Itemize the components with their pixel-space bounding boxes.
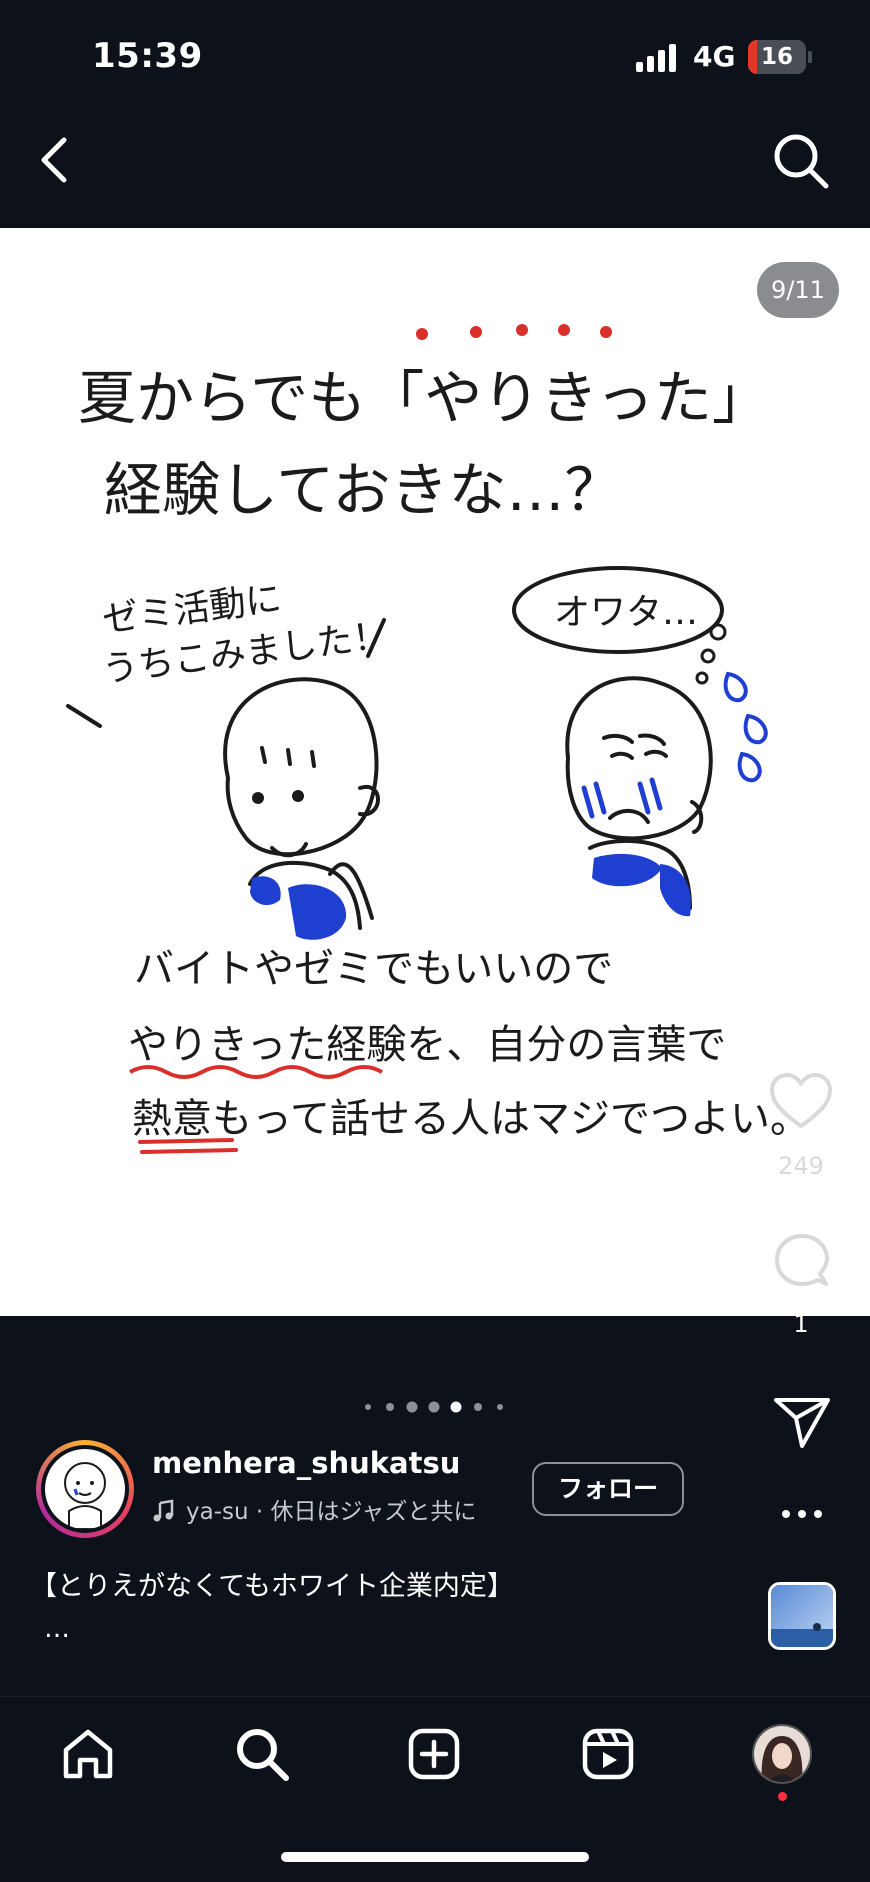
title-line1-a: 夏からでも「 xyxy=(78,364,424,432)
illustration: 夏からでも「やりきった」 経験しておきな…？ ゼミ活動に うちこみました！ オワ… xyxy=(66,324,810,1154)
tab-create[interactable] xyxy=(404,1724,464,1784)
search-icon xyxy=(774,134,829,189)
svg-text:熱意もって話せる人はマジでつよい。: 熱意もって話せる人はマジでつよい。 xyxy=(132,1096,810,1142)
music-note-icon xyxy=(153,1499,174,1522)
heart-icon xyxy=(770,1073,832,1128)
music-label: ya-su · 休日はジャズと共に xyxy=(186,1499,477,1525)
audio-thumbnail[interactable] xyxy=(768,1582,836,1650)
notification-dot xyxy=(778,1792,787,1801)
chevron-left-icon xyxy=(41,137,67,183)
carousel-dot xyxy=(406,1401,418,1413)
bottom-line2-b: を、自分の言葉で xyxy=(406,1022,726,1068)
carousel-indicator xyxy=(365,1401,503,1413)
svg-text:夏からでも「やりきった」: 夏からでも「やりきった」 xyxy=(78,364,770,432)
reels-icon xyxy=(582,1728,634,1780)
signal-icon xyxy=(636,44,676,72)
carousel-dot xyxy=(365,1404,371,1410)
author-avatar[interactable] xyxy=(36,1440,134,1538)
carousel-dot xyxy=(428,1401,440,1413)
status-bar: 15:39 4G 16 xyxy=(0,0,870,110)
carousel-dot xyxy=(474,1403,482,1411)
send-icon xyxy=(774,1398,830,1448)
title-line1-c: 」 xyxy=(712,364,770,432)
caption-more[interactable]: … xyxy=(44,1614,70,1644)
search-icon xyxy=(237,1729,289,1781)
page-counter: 9/11 xyxy=(757,262,839,318)
profile-avatar xyxy=(754,1726,810,1782)
follow-button[interactable]: フォロー xyxy=(532,1462,684,1516)
audio-cover-image xyxy=(771,1585,833,1647)
post-caption[interactable]: 【とりえがなくてもホワイト企業内定】 xyxy=(30,1564,514,1603)
bottom-line3-b: もって話せる人はマジでつよい。 xyxy=(212,1096,810,1142)
post-image[interactable]: 夏からでも「やりきった」 経験しておきな…？ ゼミ活動に うちこみました！ オワ… xyxy=(0,228,870,1316)
more-options-button[interactable] xyxy=(778,1502,826,1526)
ellipsis-icon xyxy=(782,1510,822,1518)
carousel-dot-active xyxy=(450,1401,462,1413)
comment-icon xyxy=(775,1234,829,1286)
home-indicator xyxy=(281,1852,589,1862)
svg-text:やりきった経験を、自分の言葉で: やりきった経験を、自分の言葉で xyxy=(128,1022,726,1068)
title-line1-b: やりきった xyxy=(424,364,712,432)
tab-profile[interactable] xyxy=(752,1724,812,1784)
search-button[interactable] xyxy=(770,130,832,192)
author-username[interactable]: menhera_shukatsu xyxy=(152,1446,460,1480)
home-icon xyxy=(63,1729,113,1779)
right-thought: オワタ… xyxy=(554,592,698,633)
bottom-line3-a: 熱意 xyxy=(132,1096,212,1142)
network-type: 4G xyxy=(693,40,736,73)
tab-search[interactable] xyxy=(232,1724,292,1784)
battery-icon: 16 xyxy=(748,40,812,74)
tab-reels[interactable] xyxy=(578,1724,638,1784)
tab-home[interactable] xyxy=(58,1724,118,1784)
bottom-line2-a: やりきった経験 xyxy=(128,1022,406,1068)
title-line2: 経験しておきな…？ xyxy=(104,456,623,524)
like-count: 249 xyxy=(778,1152,824,1180)
battery-level: 16 xyxy=(760,44,793,70)
music-attribution[interactable]: ya-su · 休日はジャズと共に xyxy=(152,1492,476,1526)
bottom-line1: バイトやゼミでもいいので xyxy=(134,946,613,992)
share-button[interactable] xyxy=(772,1394,832,1450)
like-button[interactable] xyxy=(768,1072,834,1132)
avatar-image xyxy=(64,1462,106,1529)
comment-count: 1 xyxy=(793,1310,809,1338)
carousel-dot xyxy=(497,1404,503,1410)
back-button[interactable] xyxy=(30,130,80,186)
create-icon xyxy=(408,1728,460,1780)
status-time: 15:39 xyxy=(92,36,203,76)
carousel-dot xyxy=(386,1403,394,1411)
comment-button[interactable] xyxy=(772,1232,832,1292)
